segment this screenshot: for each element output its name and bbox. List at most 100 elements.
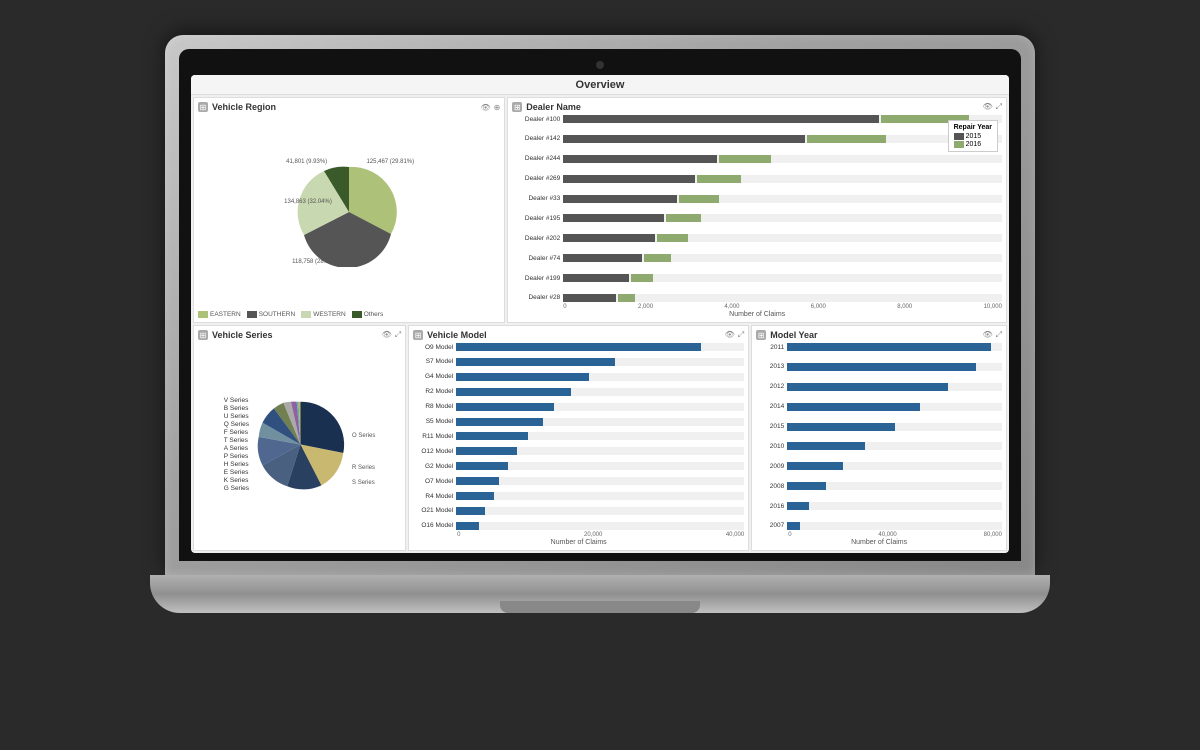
model-year-panel: ⊞ Model Year 👁 ⤢ 2011 xyxy=(751,325,1007,551)
year-row-5: 2010 xyxy=(756,442,1002,450)
screen-bezel: Overview ⊞ Vehicle Region 👁 ⊕ xyxy=(179,49,1021,561)
model-row-11: O21 Model xyxy=(413,507,744,515)
repair-year-legend: Repair Year 2015 2016 xyxy=(948,120,998,152)
dealer-row-9: Dealer #28 xyxy=(512,294,1002,302)
year-xlabel: Number of Claims xyxy=(756,539,1002,546)
expand-icon-dealer[interactable]: ⤢ xyxy=(996,102,1002,112)
year-row-2: 2012 xyxy=(756,383,1002,391)
legend-2015: 2015 xyxy=(954,133,992,140)
label-eastern: 125,467 (29.81%) xyxy=(366,159,414,165)
year-xaxis: 0 40,000 80,000 xyxy=(756,532,1002,538)
legend-color-southern xyxy=(247,311,257,318)
vehicle-series-panel: ⊞ Vehicle Series 👁 ⤢ V Series xyxy=(193,325,406,551)
year-row-4: 2015 xyxy=(756,423,1002,431)
model-row-3: R2 Model xyxy=(413,388,744,396)
dealer-row-2: Dealer #244 xyxy=(512,155,1002,163)
expand-icon-model[interactable]: ⤢ xyxy=(738,330,744,340)
model-row-2: G4 Model xyxy=(413,373,744,381)
vehicle-model-bars: O9 Model S7 Model G4 Model xyxy=(413,343,744,530)
expand-icon[interactable]: ⊕ xyxy=(494,103,501,112)
vehicle-series-header: ⊞ Vehicle Series 👁 ⤢ xyxy=(198,330,401,340)
model-row-12: O16 Model xyxy=(413,522,744,530)
model-row-0: O9 Model xyxy=(413,343,744,351)
dealer-xlabel: Number of Claims xyxy=(512,311,1002,318)
vehicle-model-title: Vehicle Model xyxy=(427,330,724,340)
label-southern: 134,863 (32.04%) xyxy=(284,199,332,205)
dashboard-title: Overview xyxy=(191,75,1009,95)
laptop-lid: Overview ⊞ Vehicle Region 👁 ⊕ xyxy=(165,35,1035,575)
panel-icon: ⊞ xyxy=(198,102,208,112)
screen: Overview ⊞ Vehicle Region 👁 ⊕ xyxy=(191,75,1009,553)
eye-icon-model[interactable]: 👁 xyxy=(725,330,735,340)
vehicle-region-legend: EASTERN SOUTHERN WESTERN xyxy=(198,311,500,318)
model-year-header: ⊞ Model Year 👁 ⤢ xyxy=(756,330,1002,340)
laptop: Overview ⊞ Vehicle Region 👁 ⊕ xyxy=(150,35,1050,715)
dealer-row-0: Dealer #100 xyxy=(512,115,1002,123)
eye-icon-dealer[interactable]: 👁 xyxy=(982,102,992,112)
model-year-bars: 2011 2013 2012 xyxy=(756,343,1002,530)
eye-icon-year[interactable]: 👁 xyxy=(982,330,992,340)
vehicle-region-chart: 41,801 (9.93%) 125,467 (29.81%) 134,863 … xyxy=(198,115,500,309)
dealer-name-header: ⊞ Dealer Name 👁 ⤢ xyxy=(512,102,1002,112)
model-row-1: S7 Model xyxy=(413,358,744,366)
legend-color-2016 xyxy=(954,141,964,148)
dashboard: Overview ⊞ Vehicle Region 👁 ⊕ xyxy=(191,75,1009,553)
dealer-xaxis: 0 2,000 4,000 6,000 8,000 10,000 xyxy=(512,304,1002,310)
model-row-7: O12 Model xyxy=(413,447,744,455)
panel-icon-model: ⊞ xyxy=(413,330,423,340)
legend-color-eastern xyxy=(198,311,208,318)
repair-year-legend-title: Repair Year xyxy=(954,124,992,131)
model-row-10: R4 Model xyxy=(413,492,744,500)
year-row-0: 2011 xyxy=(756,343,1002,351)
year-row-1: 2013 xyxy=(756,363,1002,371)
panel-icon-year: ⊞ xyxy=(756,330,766,340)
dealer-name-panel: ⊞ Dealer Name 👁 ⤢ Repair Year xyxy=(507,97,1007,323)
year-row-3: 2014 xyxy=(756,403,1002,411)
legend-color-western xyxy=(301,311,311,318)
vehicle-region-header: ⊞ Vehicle Region 👁 ⊕ xyxy=(198,102,500,112)
dealer-row-6: Dealer #202 xyxy=(512,234,1002,242)
dealer-name-title: Dealer Name xyxy=(526,102,982,112)
vehicle-model-header: ⊞ Vehicle Model 👁 ⤢ xyxy=(413,330,744,340)
model-row-5: S5 Model xyxy=(413,418,744,426)
year-row-6: 2009 xyxy=(756,462,1002,470)
model-row-9: O7 Model xyxy=(413,477,744,485)
dealer-row-7: Dealer #74 xyxy=(512,254,1002,262)
label-western: 118,758 (28.22%) xyxy=(292,259,339,265)
vehicle-model-panel: ⊞ Vehicle Model 👁 ⤢ O9 Model xyxy=(408,325,749,551)
eye-icon-series[interactable]: 👁 xyxy=(382,330,392,340)
vehicle-series-svg xyxy=(253,397,348,492)
legend-2016: 2016 xyxy=(954,141,992,148)
laptop-base xyxy=(150,575,1050,613)
dealer-bar-chart: Dealer #100 Dealer #142 xyxy=(512,115,1002,302)
expand-icon-year[interactable]: ⤢ xyxy=(996,330,1002,340)
expand-icon-series[interactable]: ⤢ xyxy=(395,330,401,340)
series-labels-left: V Series B Series U Series Q Series F Se… xyxy=(224,397,249,492)
vehicle-region-panel: ⊞ Vehicle Region 👁 ⊕ xyxy=(193,97,505,323)
vehicle-series-title: Vehicle Series xyxy=(212,330,382,340)
eye-icon[interactable]: 👁 xyxy=(480,103,490,112)
legend-others: Others xyxy=(352,311,384,318)
legend-color-2015 xyxy=(954,133,964,140)
legend-color-others xyxy=(352,311,362,318)
panel-icon-series: ⊞ xyxy=(198,330,208,340)
legend-western: WESTERN xyxy=(301,311,346,318)
dealer-row-4: Dealer #33 xyxy=(512,195,1002,203)
legend-southern: SOUTHERN xyxy=(247,311,295,318)
dealer-row-5: Dealer #195 xyxy=(512,214,1002,222)
dealer-row-1: Dealer #142 xyxy=(512,135,1002,143)
year-row-7: 2008 xyxy=(756,482,1002,490)
model-row-8: G2 Model xyxy=(413,462,744,470)
legend-eastern: EASTERN xyxy=(198,311,241,318)
dealer-row-8: Dealer #199 xyxy=(512,274,1002,282)
series-labels-right: O Series R Series S Series xyxy=(352,403,375,486)
model-xlabel: Number of Claims xyxy=(413,539,744,546)
year-row-8: 2016 xyxy=(756,502,1002,510)
model-year-title: Model Year xyxy=(770,330,982,340)
vehicle-region-title: Vehicle Region xyxy=(212,102,480,112)
camera-dot xyxy=(596,61,604,69)
model-xaxis: 0 20,000 40,000 xyxy=(413,532,744,538)
vehicle-series-chart: V Series B Series U Series Q Series F Se… xyxy=(198,343,401,546)
model-row-4: R8 Model xyxy=(413,403,744,411)
model-row-6: R11 Model xyxy=(413,432,744,440)
